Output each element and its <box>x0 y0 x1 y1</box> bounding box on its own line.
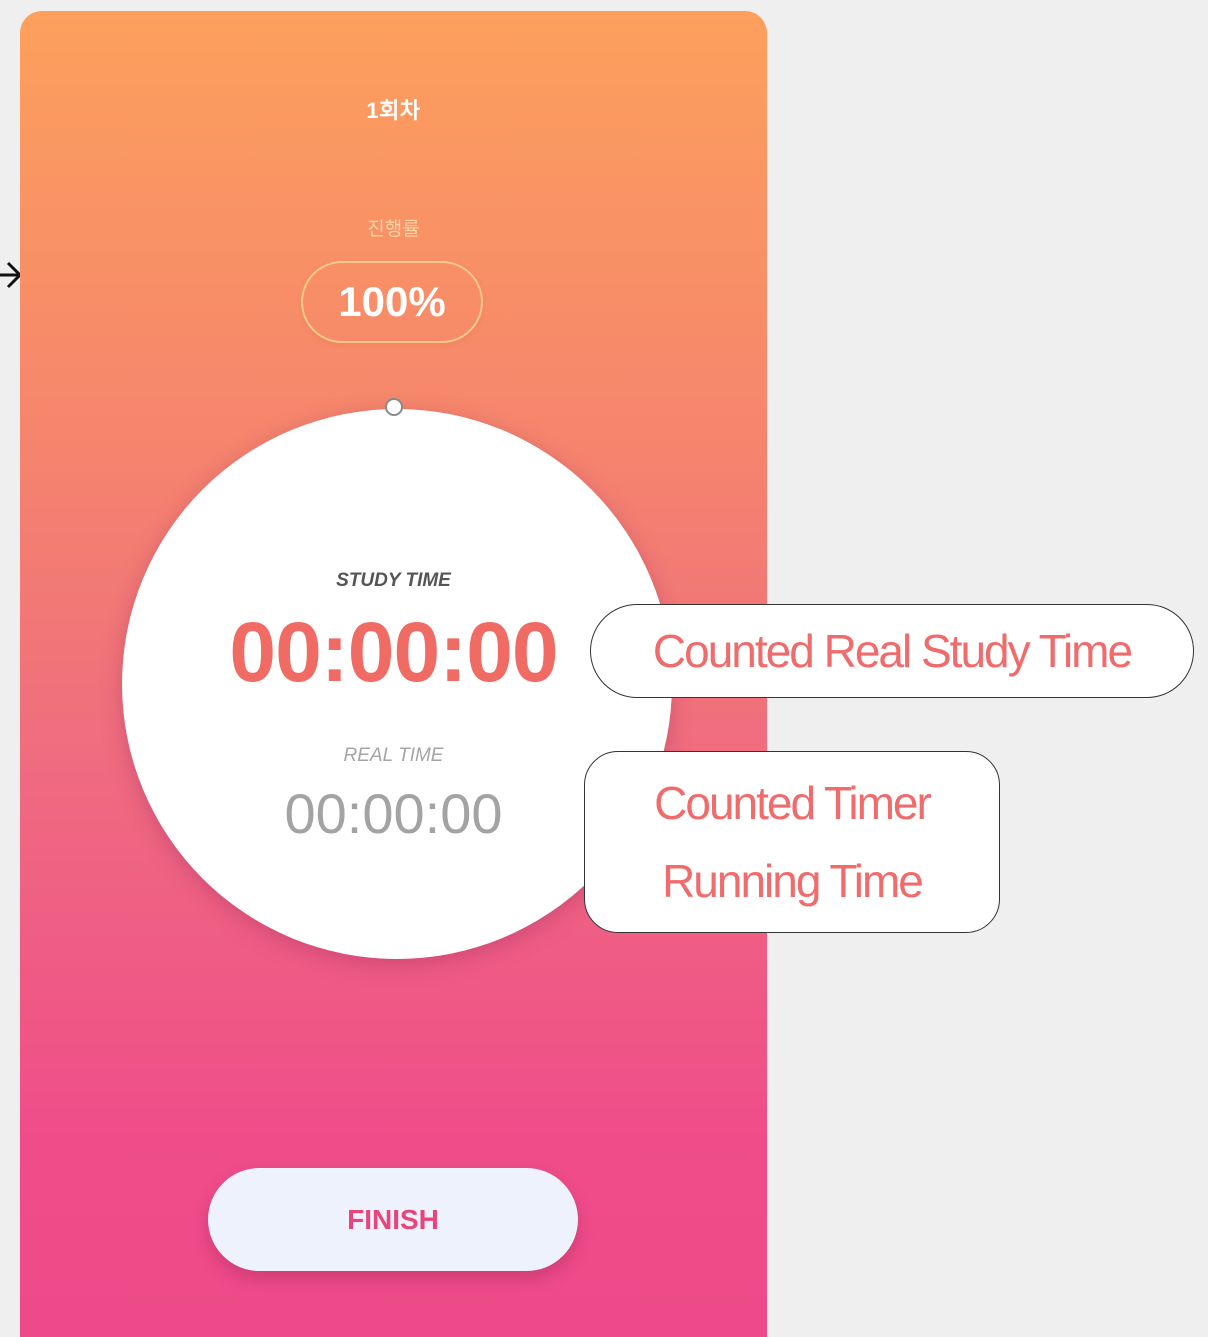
finish-button[interactable]: FINISH <box>208 1168 578 1271</box>
dial-progress-knob[interactable] <box>385 398 403 416</box>
session-title: 1회차 <box>366 98 421 123</box>
progress-badge: 100% <box>301 261 483 343</box>
progress-value: 100% <box>338 278 446 325</box>
callout-real-time: Counted Timer Running Time <box>584 751 1000 933</box>
progress-label: 진행률 <box>367 219 420 240</box>
callout-real-line1: Counted Timer <box>654 777 932 829</box>
callout-real-line2: Running Time <box>662 855 924 907</box>
callout-study-text: Counted Real Study Time <box>652 625 1133 677</box>
callout-study-time: Counted Real Study Time <box>590 604 1194 698</box>
study-time-label: STUDY TIME <box>336 570 451 591</box>
